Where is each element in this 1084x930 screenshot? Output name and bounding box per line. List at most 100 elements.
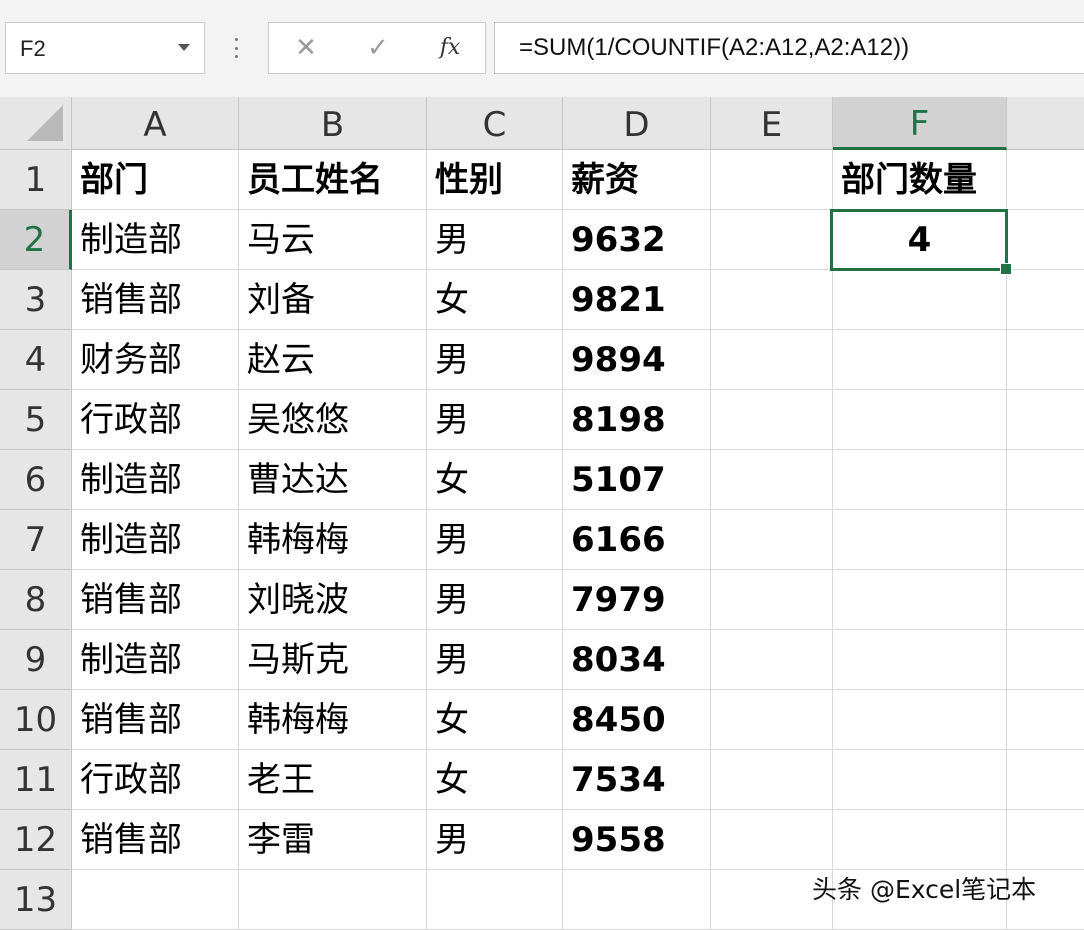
formula-input[interactable]: =SUM(1/COUNTIF(A2:A12,A2:A12)) (494, 22, 1084, 74)
cell-b3[interactable]: 刘备 (239, 270, 427, 330)
cell-g2[interactable] (1007, 210, 1084, 270)
cell-d4[interactable]: 9894 (563, 330, 711, 390)
cell-b12[interactable]: 李雷 (239, 810, 427, 870)
cell-b10[interactable]: 韩梅梅 (239, 690, 427, 750)
row-header-13[interactable]: 13 (0, 870, 72, 930)
cell-b8[interactable]: 刘晓波 (239, 570, 427, 630)
cell-c11[interactable]: 女 (427, 750, 563, 810)
insert-function-icon[interactable]: fx (425, 23, 475, 73)
cell-c5[interactable]: 男 (427, 390, 563, 450)
cell-b11[interactable]: 老王 (239, 750, 427, 810)
column-header-f[interactable]: F (833, 97, 1007, 150)
cell-a10[interactable]: 销售部 (72, 690, 239, 750)
cell-f9[interactable] (833, 630, 1007, 690)
cell-e11[interactable] (711, 750, 833, 810)
name-box[interactable]: F2 (5, 22, 205, 74)
cell-a6[interactable]: 制造部 (72, 450, 239, 510)
cell-e12[interactable] (711, 810, 833, 870)
cell-a12[interactable]: 销售部 (72, 810, 239, 870)
cell-f5[interactable] (833, 390, 1007, 450)
cell-a13[interactable] (72, 870, 239, 930)
row-header-6[interactable]: 6 (0, 450, 72, 510)
cell-g3[interactable] (1007, 270, 1084, 330)
cancel-icon[interactable]: ✕ (281, 23, 331, 73)
row-header-4[interactable]: 4 (0, 330, 72, 390)
row-header-5[interactable]: 5 (0, 390, 72, 450)
column-header-d[interactable]: D (563, 97, 711, 150)
cell-e5[interactable] (711, 390, 833, 450)
cell-e6[interactable] (711, 450, 833, 510)
row-header-1[interactable]: 1 (0, 150, 72, 210)
cell-c10[interactable]: 女 (427, 690, 563, 750)
cell-g6[interactable] (1007, 450, 1084, 510)
cell-b6[interactable]: 曹达达 (239, 450, 427, 510)
cell-c13[interactable] (427, 870, 563, 930)
cell-e2[interactable] (711, 210, 833, 270)
cell-d3[interactable]: 9821 (563, 270, 711, 330)
cell-c7[interactable]: 男 (427, 510, 563, 570)
row-header-12[interactable]: 12 (0, 810, 72, 870)
cell-b7[interactable]: 韩梅梅 (239, 510, 427, 570)
chevron-down-icon[interactable] (178, 44, 190, 51)
cell-d13[interactable] (563, 870, 711, 930)
cell-f3[interactable] (833, 270, 1007, 330)
fill-handle[interactable] (1000, 263, 1012, 275)
cell-g1[interactable] (1007, 150, 1084, 210)
cell-b13[interactable] (239, 870, 427, 930)
cell-e7[interactable] (711, 510, 833, 570)
cell-b5[interactable]: 吴悠悠 (239, 390, 427, 450)
column-header-a[interactable]: A (72, 97, 239, 150)
cell-d11[interactable]: 7534 (563, 750, 711, 810)
row-header-3[interactable]: 3 (0, 270, 72, 330)
cell-e8[interactable] (711, 570, 833, 630)
cell-d5[interactable]: 8198 (563, 390, 711, 450)
cell-f8[interactable] (833, 570, 1007, 630)
cell-a9[interactable]: 制造部 (72, 630, 239, 690)
row-header-10[interactable]: 10 (0, 690, 72, 750)
column-header-g[interactable] (1007, 97, 1084, 150)
row-header-9[interactable]: 9 (0, 630, 72, 690)
cell-b2[interactable]: 马云 (239, 210, 427, 270)
cell-d10[interactable]: 8450 (563, 690, 711, 750)
cell-a8[interactable]: 销售部 (72, 570, 239, 630)
cell-c12[interactable]: 男 (427, 810, 563, 870)
cell-g7[interactable] (1007, 510, 1084, 570)
row-header-2[interactable]: 2 (0, 210, 72, 270)
select-all-button[interactable] (0, 97, 72, 150)
cell-d8[interactable]: 7979 (563, 570, 711, 630)
cell-g10[interactable] (1007, 690, 1084, 750)
cell-g9[interactable] (1007, 630, 1084, 690)
column-header-c[interactable]: C (427, 97, 563, 150)
enter-icon[interactable]: ✓ (353, 23, 403, 73)
cell-c2[interactable]: 男 (427, 210, 563, 270)
cell-b4[interactable]: 赵云 (239, 330, 427, 390)
column-header-b[interactable]: B (239, 97, 427, 150)
cell-d1[interactable]: 薪资 (563, 150, 711, 210)
cell-d7[interactable]: 6166 (563, 510, 711, 570)
cell-a11[interactable]: 行政部 (72, 750, 239, 810)
cell-c9[interactable]: 男 (427, 630, 563, 690)
cell-f4[interactable] (833, 330, 1007, 390)
cell-f11[interactable] (833, 750, 1007, 810)
cell-f6[interactable] (833, 450, 1007, 510)
cell-e3[interactable] (711, 270, 833, 330)
cell-c1[interactable]: 性别 (427, 150, 563, 210)
cell-e10[interactable] (711, 690, 833, 750)
cell-a4[interactable]: 财务部 (72, 330, 239, 390)
cell-a1[interactable]: 部门 (72, 150, 239, 210)
cell-g8[interactable] (1007, 570, 1084, 630)
cell-f12[interactable] (833, 810, 1007, 870)
cell-g11[interactable] (1007, 750, 1084, 810)
row-header-8[interactable]: 8 (0, 570, 72, 630)
cell-g5[interactable] (1007, 390, 1084, 450)
cell-c8[interactable]: 男 (427, 570, 563, 630)
more-options-icon[interactable] (234, 38, 238, 58)
cell-f1[interactable]: 部门数量 (833, 150, 1007, 210)
cell-g4[interactable] (1007, 330, 1084, 390)
cell-b9[interactable]: 马斯克 (239, 630, 427, 690)
cell-d2[interactable]: 9632 (563, 210, 711, 270)
cell-c3[interactable]: 女 (427, 270, 563, 330)
row-header-7[interactable]: 7 (0, 510, 72, 570)
cell-c4[interactable]: 男 (427, 330, 563, 390)
cell-a5[interactable]: 行政部 (72, 390, 239, 450)
